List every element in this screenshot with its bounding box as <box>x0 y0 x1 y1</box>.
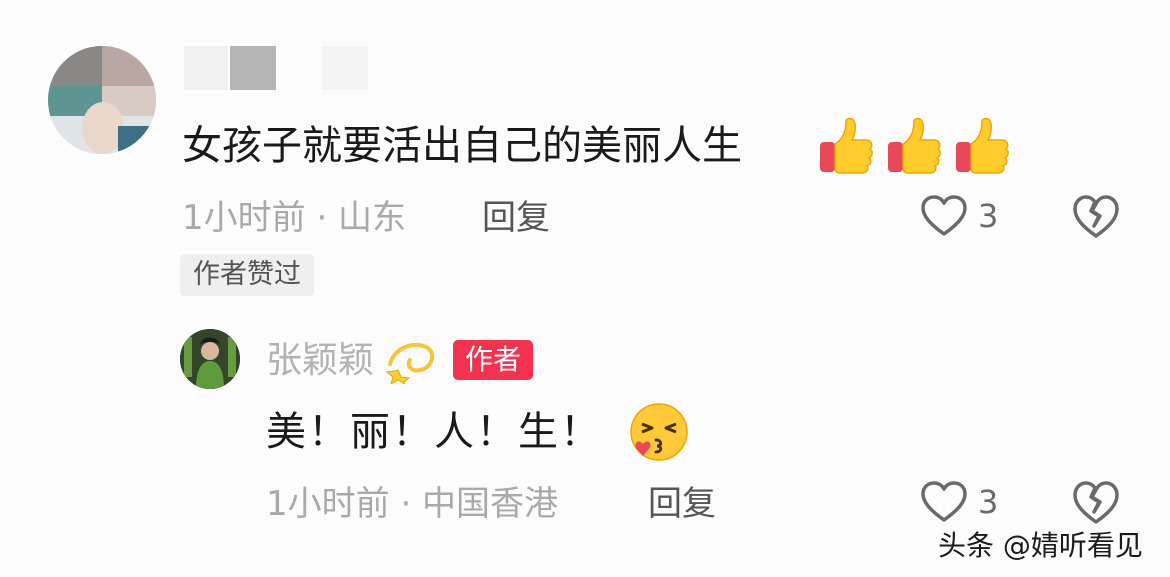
reply-like-count: 3 <box>978 483 999 521</box>
author-username[interactable]: 张颖颖 <box>266 336 374 386</box>
heart-icon <box>921 481 967 522</box>
commenter-username-censored <box>230 46 276 90</box>
thumbs-up-icon <box>820 117 873 174</box>
comment-like-count: 3 <box>978 197 999 235</box>
comment-text: 女孩子就要活出自己的美丽人生 <box>182 123 742 169</box>
thumbs-up-icon <box>956 117 1009 174</box>
reply-reply-button[interactable]: 回复 <box>648 482 716 526</box>
reply-like-button[interactable]: 3 <box>920 480 998 524</box>
dislike-broken-heart-icon[interactable] <box>1072 480 1120 526</box>
reply-meta: 1小时前 · 中国香港 <box>266 484 559 524</box>
kissing-face-icon <box>630 403 688 461</box>
thumbs-up-icon <box>888 117 941 174</box>
comment-meta: 1小时前 · 山东 <box>182 198 407 238</box>
dizzy-star-icon <box>385 342 435 384</box>
reply-text: 美！丽！人！生！ <box>266 409 602 455</box>
commenter-avatar[interactable] <box>48 46 156 154</box>
comment-reply-button[interactable]: 回复 <box>482 196 550 240</box>
commenter-username-censored <box>322 46 368 90</box>
dislike-broken-heart-icon[interactable] <box>1072 194 1120 240</box>
heart-icon <box>921 195 967 236</box>
comment-like-button[interactable]: 3 <box>920 194 998 238</box>
watermark: 头条 @婧听看见 <box>938 529 1143 562</box>
comment-emoji-row <box>818 116 1010 176</box>
author-avatar[interactable] <box>180 329 240 389</box>
commenter-username-censored[interactable] <box>184 46 228 90</box>
author-badge: 作者 <box>453 340 534 380</box>
author-liked-tag: 作者赞过 <box>180 254 314 296</box>
